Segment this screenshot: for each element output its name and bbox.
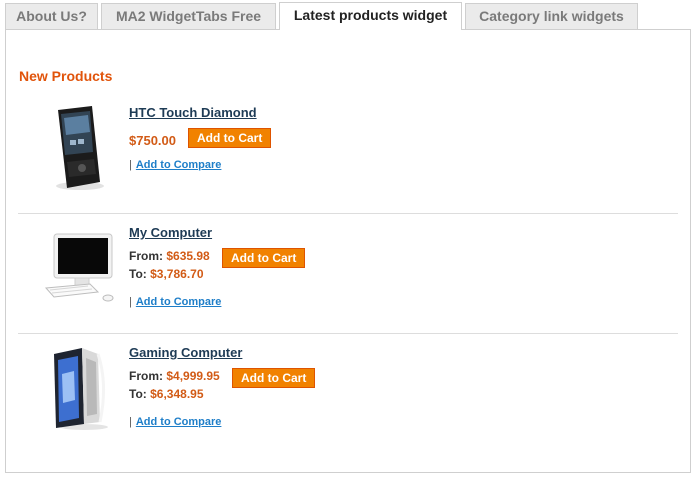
tab-about-us[interactable]: About Us? xyxy=(5,3,98,29)
price-from-label: From: xyxy=(129,369,163,383)
separator: | xyxy=(129,416,132,428)
product-image-gaming-computer[interactable] xyxy=(40,344,116,432)
add-to-cart-button[interactable]: Add to Cart xyxy=(232,368,316,388)
tab-latest-products-widget[interactable]: Latest products widget xyxy=(279,2,462,30)
product-price: $750.00 xyxy=(129,133,176,148)
price-from-value: $635.98 xyxy=(166,249,210,263)
add-to-compare-link[interactable]: Add to Compare xyxy=(136,416,222,428)
compare-row: | Add to Compare xyxy=(129,296,221,308)
price-from-line: From: $4,999.95 xyxy=(129,369,220,383)
separator: | xyxy=(129,159,132,171)
product-item: My Computer From: $635.98 To: $3,786.70 … xyxy=(18,224,678,344)
separator: | xyxy=(129,296,132,308)
product-image-htc-touch-diamond[interactable] xyxy=(40,104,116,192)
divider xyxy=(18,333,678,334)
price-to-label: To: xyxy=(129,267,147,281)
price-to-value: $3,786.70 xyxy=(150,267,204,281)
product-image-my-computer[interactable] xyxy=(40,224,116,312)
add-to-cart-button[interactable]: Add to Cart xyxy=(222,248,306,268)
product-item: HTC Touch Diamond $750.00 Add to Cart | A… xyxy=(18,104,678,224)
price-to-line: To: $6,348.95 xyxy=(129,387,204,401)
add-to-cart-button[interactable]: Add to Cart xyxy=(188,128,272,148)
section-title: New Products xyxy=(19,68,113,84)
tab-bar: About Us? MA2 WidgetTabs Free Latest pro… xyxy=(0,0,693,30)
product-name-link[interactable]: Gaming Computer xyxy=(129,345,242,360)
add-to-compare-link[interactable]: Add to Compare xyxy=(136,159,222,171)
add-to-compare-link[interactable]: Add to Compare xyxy=(136,296,222,308)
price-line: $750.00 xyxy=(129,133,176,148)
price-from-label: From: xyxy=(129,249,163,263)
price-to-label: To: xyxy=(129,387,147,401)
tab-panel: New Products HTC Touch Diamond $750.00 A… xyxy=(5,29,691,473)
price-from-line: From: $635.98 xyxy=(129,249,210,263)
divider xyxy=(18,213,678,214)
compare-row: | Add to Compare xyxy=(129,416,221,428)
price-to-value: $6,348.95 xyxy=(150,387,204,401)
product-item: Gaming Computer From: $4,999.95 To: $6,3… xyxy=(18,344,678,464)
product-name-link[interactable]: HTC Touch Diamond xyxy=(129,105,257,120)
price-to-line: To: $3,786.70 xyxy=(129,267,204,281)
tab-ma2-widgettabs-free[interactable]: MA2 WidgetTabs Free xyxy=(101,3,276,29)
tab-category-link-widgets[interactable]: Category link widgets xyxy=(465,3,638,29)
product-name-link[interactable]: My Computer xyxy=(129,225,212,240)
price-from-value: $4,999.95 xyxy=(166,369,220,383)
compare-row: | Add to Compare xyxy=(129,159,221,171)
